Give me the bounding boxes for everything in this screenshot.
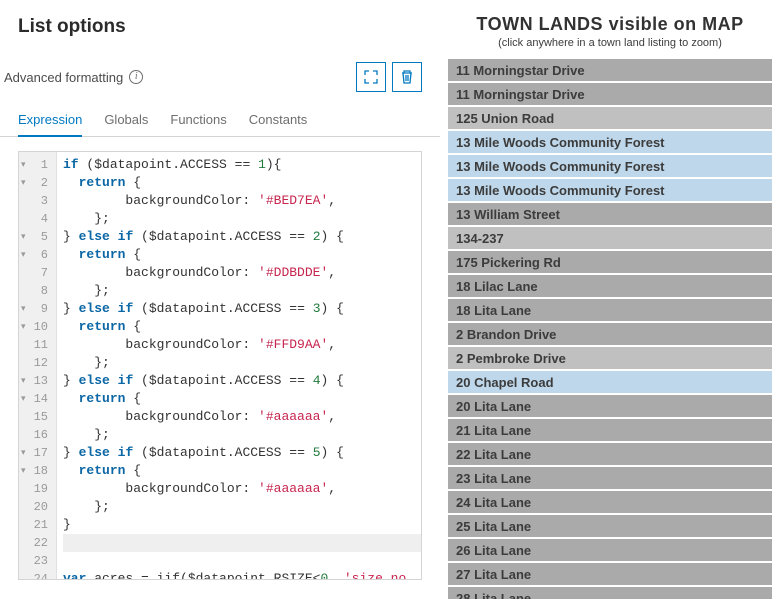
line-number-gutter: 123456789101112131415161718192021222324 [19, 152, 57, 579]
list-item[interactable]: 175 Pickering Rd [448, 251, 772, 275]
code-line[interactable]: return { [63, 318, 421, 336]
code-line[interactable]: backgroundColor: '#aaaaaa', [63, 480, 421, 498]
expand-button[interactable] [356, 62, 386, 92]
list-subtitle: (click anywhere in a town land listing t… [448, 37, 772, 49]
code-line[interactable]: } else if ($datapoint.ACCESS == 5) { [63, 444, 421, 462]
code-line[interactable]: }; [63, 210, 421, 228]
advanced-formatting-label: Advanced formatting [4, 70, 123, 85]
code-line[interactable]: }; [63, 354, 421, 372]
code-line[interactable]: return { [63, 462, 421, 480]
tab-expression[interactable]: Expression [18, 106, 82, 137]
code-line[interactable]: backgroundColor: '#BED7EA', [63, 192, 421, 210]
list-item[interactable]: 2 Brandon Drive [448, 323, 772, 347]
code-line[interactable] [63, 552, 421, 570]
code-line[interactable]: return { [63, 246, 421, 264]
list-item[interactable]: 18 Lita Lane [448, 299, 772, 323]
code-line[interactable] [63, 534, 421, 552]
list-item[interactable]: 21 Lita Lane [448, 419, 772, 443]
code-line[interactable]: }; [63, 282, 421, 300]
info-icon[interactable]: i [129, 70, 143, 84]
code-line[interactable]: } else if ($datapoint.ACCESS == 4) { [63, 372, 421, 390]
code-line[interactable]: if ($datapoint.ACCESS == 1){ [63, 156, 421, 174]
expand-icon [363, 69, 379, 85]
list-item[interactable]: 24 Lita Lane [448, 491, 772, 515]
code-line[interactable]: backgroundColor: '#DDBDDE', [63, 264, 421, 282]
list-item[interactable]: 28 Lita Lane [448, 587, 772, 599]
code-content[interactable]: if ($datapoint.ACCESS == 1){ return { ba… [57, 152, 421, 579]
code-line[interactable]: }; [63, 426, 421, 444]
list-title: TOWN LANDS visible on MAP [448, 14, 772, 35]
code-line[interactable]: return { [63, 390, 421, 408]
advanced-row: Advanced formatting i [0, 44, 440, 102]
code-line[interactable]: }; [63, 498, 421, 516]
tabs: Expression Globals Functions Constants [0, 102, 440, 137]
list-item[interactable]: 27 Lita Lane [448, 563, 772, 587]
delete-button[interactable] [392, 62, 422, 92]
list-item[interactable]: 11 Morningstar Drive [448, 59, 772, 83]
left-panel: List options Advanced formatting i [0, 0, 440, 580]
code-line[interactable]: return { [63, 174, 421, 192]
list-item[interactable]: 2 Pembroke Drive [448, 347, 772, 371]
list-item[interactable]: 11 Morningstar Drive [448, 83, 772, 107]
code-line[interactable]: backgroundColor: '#FFD9AA', [63, 336, 421, 354]
tab-functions[interactable]: Functions [170, 106, 226, 136]
trash-icon [399, 69, 415, 85]
code-line[interactable]: } [63, 516, 421, 534]
list-item[interactable]: 13 Mile Woods Community Forest [448, 179, 772, 203]
list-item[interactable]: 20 Chapel Road [448, 371, 772, 395]
code-editor[interactable]: 123456789101112131415161718192021222324 … [18, 151, 422, 580]
code-line[interactable]: backgroundColor: '#aaaaaa', [63, 408, 421, 426]
list-item[interactable]: 20 Lita Lane [448, 395, 772, 419]
list-item[interactable]: 13 Mile Woods Community Forest [448, 131, 772, 155]
list-item[interactable]: 18 Lilac Lane [448, 275, 772, 299]
code-line[interactable]: var acres = iif($datapoint.RSIZE<0, 'siz… [63, 570, 421, 579]
tab-constants[interactable]: Constants [249, 106, 308, 136]
list-item[interactable]: 26 Lita Lane [448, 539, 772, 563]
tab-globals[interactable]: Globals [104, 106, 148, 136]
page-title: List options [0, 0, 440, 44]
list-item[interactable]: 23 Lita Lane [448, 467, 772, 491]
code-line[interactable]: } else if ($datapoint.ACCESS == 2) { [63, 228, 421, 246]
code-line[interactable]: } else if ($datapoint.ACCESS == 3) { [63, 300, 421, 318]
list-item[interactable]: 134-237 [448, 227, 772, 251]
list-item[interactable]: 125 Union Road [448, 107, 772, 131]
list-item[interactable]: 25 Lita Lane [448, 515, 772, 539]
list-item[interactable]: 13 William Street [448, 203, 772, 227]
right-panel: TOWN LANDS visible on MAP (click anywher… [440, 0, 780, 580]
list-item[interactable]: 13 Mile Woods Community Forest [448, 155, 772, 179]
town-lands-list: 11 Morningstar Drive11 Morningstar Drive… [448, 59, 772, 599]
list-item[interactable]: 22 Lita Lane [448, 443, 772, 467]
